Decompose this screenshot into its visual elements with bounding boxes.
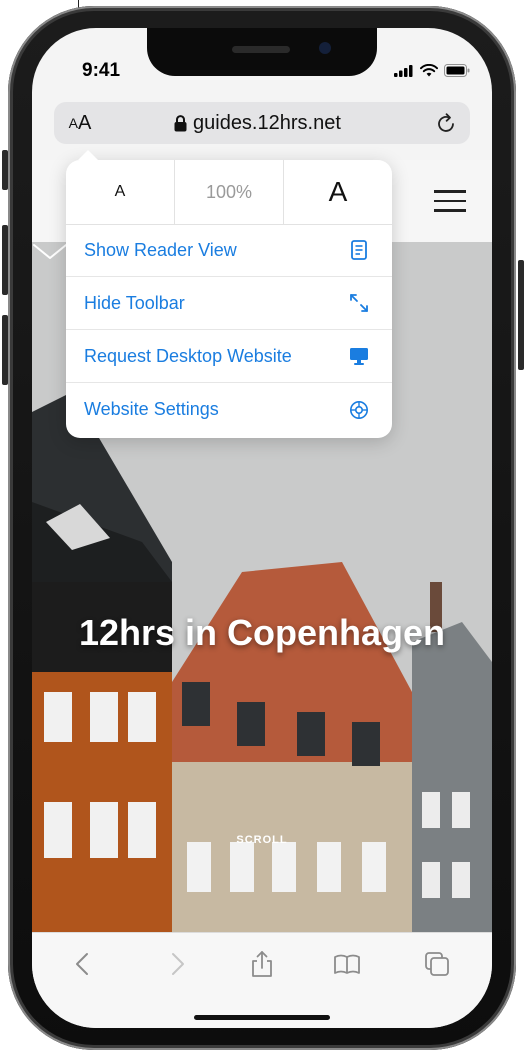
zoom-in-glyph: A	[328, 176, 348, 207]
zoom-controls: A 100% A	[66, 160, 392, 225]
forward-icon[interactable]	[162, 949, 192, 979]
bottom-toolbar	[32, 932, 492, 1028]
text-size-button[interactable]: AA	[60, 102, 100, 144]
scroll-label[interactable]: SCROLL	[32, 834, 492, 846]
zoom-level-text: 100%	[205, 181, 253, 202]
screen: 9:41 A A guides.12hrs.net 12hrs in Copen…	[32, 28, 492, 1028]
zoom-out-glyph: A	[114, 183, 126, 200]
chevron-down-icon[interactable]	[32, 242, 68, 262]
power-button	[518, 260, 524, 370]
menu-item-request-desktop-website[interactable]: Request Desktop Website	[66, 330, 392, 383]
menu-icon[interactable]	[434, 190, 466, 214]
home-indicator	[194, 1015, 330, 1020]
gear-icon	[350, 400, 368, 419]
zoom-in-button[interactable]: A	[283, 160, 392, 224]
text-size-large-glyph: A	[78, 111, 92, 134]
status-icons	[394, 64, 470, 77]
text-size-small-glyph: A	[68, 115, 78, 131]
speaker-grille	[232, 46, 290, 53]
wifi-icon	[420, 64, 438, 77]
signal-icon	[394, 64, 413, 77]
back-icon[interactable]	[68, 949, 98, 979]
bookmarks-icon[interactable]	[332, 949, 362, 979]
menu-item-show-reader-view[interactable]: Show Reader View	[66, 224, 392, 277]
status-time: 9:41	[82, 60, 121, 81]
hero-title: 12hrs in Copenhagen	[78, 612, 446, 653]
expand-arrows-icon	[350, 294, 368, 312]
zoom-level[interactable]: 100%	[174, 160, 283, 224]
popover-arrow	[78, 150, 98, 160]
front-camera	[319, 42, 331, 54]
lock-icon	[174, 114, 187, 131]
notch	[147, 28, 377, 76]
reload-icon[interactable]	[434, 111, 458, 135]
tabs-icon[interactable]	[422, 949, 452, 979]
menu-item-label: Website Settings	[84, 399, 219, 419]
phone-frame: 9:41 A A guides.12hrs.net 12hrs in Copen…	[8, 6, 516, 1050]
menu-item-label: Request Desktop Website	[84, 345, 292, 366]
zoom-out-button[interactable]: A	[66, 160, 174, 224]
menu-item-label: Show Reader View	[84, 239, 237, 260]
address-bar[interactable]: AA guides.12hrs.net	[54, 102, 470, 144]
url-text: guides.12hrs.net	[193, 111, 341, 134]
menu-item-website-settings[interactable]: Website Settings	[66, 383, 392, 436]
url-display[interactable]: guides.12hrs.net	[174, 102, 341, 144]
page-settings-popover: A 100% A Show Reader View Hide Toolbar R…	[66, 150, 392, 438]
battery-icon	[444, 64, 470, 77]
reader-view-icon	[351, 240, 367, 260]
share-icon[interactable]	[247, 949, 277, 979]
desktop-icon	[350, 348, 368, 365]
menu-item-hide-toolbar[interactable]: Hide Toolbar	[66, 277, 392, 330]
menu-item-label: Hide Toolbar	[84, 292, 185, 313]
